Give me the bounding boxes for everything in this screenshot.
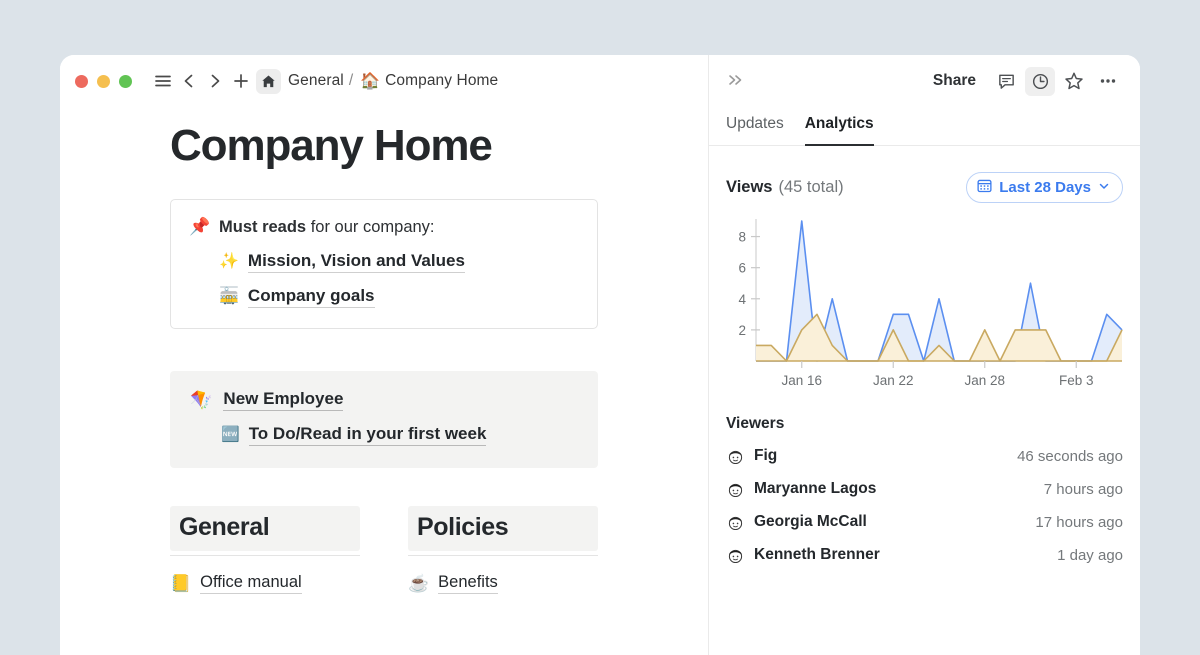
app-window: General / 🏠 Company Home Company Home 📌 … [60, 55, 1140, 655]
panel-tabs: Updates Analytics [709, 107, 1140, 146]
viewer-row[interactable]: Maryanne Lagos 7 hours ago [709, 480, 1140, 499]
tram-icon: 🚋 [219, 286, 239, 308]
traffic-lights [75, 75, 132, 88]
column-heading-general: General [170, 506, 360, 551]
link-mission-vision-values[interactable]: Mission, Vision and Values [248, 251, 465, 273]
column-item[interactable]: ☕ Benefits [408, 573, 598, 594]
calendar-icon [977, 178, 992, 197]
viewer-row[interactable]: Georgia McCall 17 hours ago [709, 513, 1140, 532]
notebook-icon: 📒 [170, 574, 191, 594]
viewer-row[interactable]: Kenneth Brenner 1 day ago [709, 546, 1140, 565]
views-label: Views [726, 178, 772, 197]
views-total: (45 total) [778, 178, 843, 197]
viewer-row[interactable]: Fig 46 seconds ago [709, 447, 1140, 466]
avatar-fig [726, 447, 745, 466]
column-item[interactable]: 📒 Office manual [170, 573, 360, 594]
link-benefits[interactable]: Benefits [438, 573, 498, 594]
new-employee-sub-row[interactable]: 🆕 To Do/Read in your first week [221, 424, 580, 446]
document-body: Company Home 📌 Must reads for our compan… [60, 121, 708, 594]
document-pane: General / 🏠 Company Home Company Home 📌 … [60, 55, 708, 655]
chevron-left-icon[interactable] [176, 68, 202, 94]
callout-header-row: 📌 Must reads for our company: [189, 216, 579, 238]
house-icon[interactable] [256, 69, 281, 94]
column-general: General 📒 Office manual [170, 506, 360, 594]
new-employee-block: 🪁 New Employee 🆕 To Do/Read in your firs… [170, 371, 598, 468]
avatar-kenneth-brenner [726, 546, 745, 565]
y-axis-tick: 8 [738, 229, 746, 244]
viewer-timestamp: 17 hours ago [1035, 514, 1123, 531]
y-axis-tick: 4 [738, 291, 746, 306]
more-options-icon[interactable] [1093, 67, 1123, 96]
column-policies: Policies ☕ Benefits [408, 506, 598, 594]
avatar-maryanne-lagos [726, 480, 745, 499]
chevron-down-icon [1098, 179, 1110, 196]
viewer-timestamp: 46 seconds ago [1017, 448, 1123, 465]
column-heading-policies: Policies [408, 506, 598, 551]
kite-icon: 🪁 [190, 389, 212, 411]
maximize-window-button[interactable] [119, 75, 132, 88]
column-divider [170, 555, 360, 556]
window-titlebar: General / 🏠 Company Home [60, 55, 708, 107]
share-button[interactable]: Share [933, 72, 976, 90]
views-area-chart: 2 4 6 8 Jan 16 Jan 22 Jan 28 Feb 3 [714, 211, 1129, 396]
breadcrumb-current[interactable]: Company Home [385, 72, 498, 90]
link-office-manual[interactable]: Office manual [200, 573, 302, 594]
date-range-selector[interactable]: Last 28 Days [966, 172, 1123, 203]
link-company-goals[interactable]: Company goals [248, 286, 375, 308]
must-reads-callout: 📌 Must reads for our company: ✨ Mission,… [170, 199, 598, 329]
panel-actions: Share [933, 67, 1123, 96]
minimize-window-button[interactable] [97, 75, 110, 88]
sparkles-icon: ✨ [219, 251, 239, 273]
x-axis-tick: Jan 22 [873, 373, 914, 388]
breadcrumb-separator: / [349, 72, 353, 90]
pushpin-icon: 📌 [189, 216, 209, 238]
new-employee-row[interactable]: 🪁 New Employee [190, 389, 580, 411]
plus-icon[interactable] [228, 68, 254, 94]
viewers-heading: Viewers [709, 401, 1140, 433]
tab-analytics[interactable]: Analytics [805, 115, 874, 146]
viewer-name: Maryanne Lagos [754, 480, 876, 498]
viewer-timestamp: 7 hours ago [1044, 481, 1123, 498]
avatar-georgia-mccall [726, 513, 745, 532]
callout-text: Must reads for our company: [219, 216, 435, 238]
link-columns: General 📒 Office manual Policies ☕ Benef… [170, 506, 708, 594]
y-axis-tick: 2 [738, 322, 746, 337]
viewer-name: Georgia McCall [754, 513, 867, 531]
x-axis-tick: Jan 28 [964, 373, 1005, 388]
y-axis-tick: 6 [738, 260, 746, 275]
column-divider [408, 555, 598, 556]
viewers-list: Fig 46 seconds ago Maryanne Lagos 7 hours a… [709, 433, 1140, 565]
close-window-button[interactable] [75, 75, 88, 88]
double-chevron-right-icon[interactable] [726, 72, 746, 91]
new-badge-icon: 🆕 [221, 424, 240, 446]
viewer-name: Fig [754, 447, 777, 465]
analytics-panel: Share Updates Analytics Views ( [708, 55, 1140, 655]
date-range-label: Last 28 Days [999, 179, 1091, 196]
panel-toolbar: Share [709, 55, 1140, 107]
callout-text-bold: Must reads [219, 218, 306, 236]
hamburger-icon[interactable] [150, 68, 176, 94]
x-axis-tick: Jan 16 [781, 373, 822, 388]
callout-link-row[interactable]: ✨ Mission, Vision and Values [219, 251, 579, 273]
coffee-icon: ☕ [408, 574, 429, 594]
star-icon[interactable] [1059, 67, 1089, 96]
views-chart: 2 4 6 8 Jan 16 Jan 22 Jan 28 Feb 3 [709, 203, 1140, 401]
viewer-name: Kenneth Brenner [754, 546, 880, 564]
breadcrumb-parent[interactable]: General [288, 72, 344, 90]
link-todo-read-first-week[interactable]: To Do/Read in your first week [249, 424, 487, 446]
callout-link-row[interactable]: 🚋 Company goals [219, 286, 579, 308]
tab-updates[interactable]: Updates [726, 115, 784, 146]
viewer-timestamp: 1 day ago [1057, 547, 1123, 564]
breadcrumb-current-emoji: 🏠 [360, 71, 380, 91]
comment-icon[interactable] [991, 67, 1021, 96]
callout-text-rest: for our company: [306, 218, 434, 236]
clock-history-icon[interactable] [1025, 67, 1055, 96]
x-axis-tick: Feb 3 [1059, 373, 1094, 388]
chevron-right-icon[interactable] [202, 68, 228, 94]
views-header: Views (45 total) Last 28 Days [709, 146, 1140, 203]
page-title: Company Home [170, 121, 708, 171]
link-new-employee[interactable]: New Employee [223, 389, 343, 411]
